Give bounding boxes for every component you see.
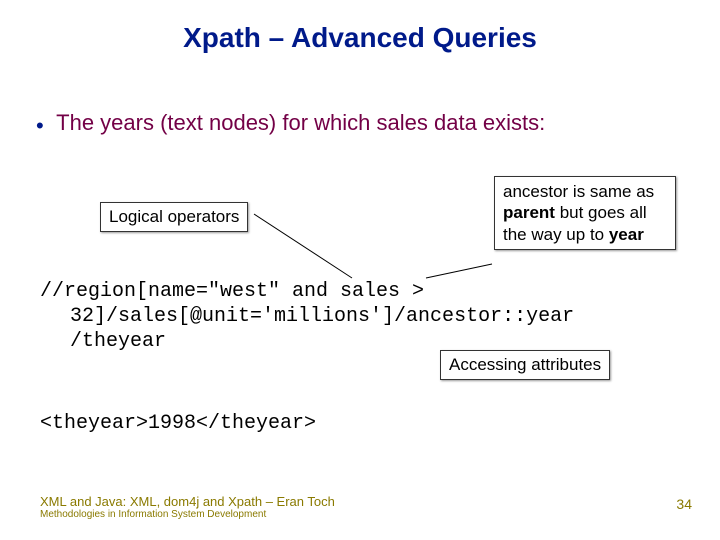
label-ancestor-note: ancestor is same as parent but goes all …: [494, 176, 676, 250]
footer-sub: Methodologies in Information System Deve…: [40, 509, 335, 520]
connector-line-icon: [426, 264, 496, 280]
code-line-2: 32]/sales[@unit='millions']/ancestor::ye…: [70, 305, 574, 328]
footer: XML and Java: XML, dom4j and Xpath – Era…: [40, 494, 335, 520]
bullet-text: The years (text nodes) for which sales d…: [48, 110, 545, 135]
ancestor-note-year: year: [609, 225, 644, 244]
ancestor-note-parent: parent: [503, 203, 555, 222]
page-number: 34: [676, 496, 692, 512]
code-line-3: /theyear: [70, 330, 166, 353]
label-accessing-attributes: Accessing attributes: [440, 350, 610, 380]
ancestor-note-pre: ancestor is same as: [503, 182, 654, 201]
code-result: <theyear>1998</theyear>: [40, 412, 316, 435]
code-line-1: //region[name="west" and sales >: [40, 280, 424, 303]
label-logical-operators: Logical operators: [100, 202, 248, 232]
bullet-row: • The years (text nodes) for which sales…: [36, 110, 545, 139]
slide-title: Xpath – Advanced Queries: [0, 0, 720, 54]
footer-main: XML and Java: XML, dom4j and Xpath – Era…: [40, 494, 335, 509]
bullet-dot-icon: •: [36, 113, 44, 138]
